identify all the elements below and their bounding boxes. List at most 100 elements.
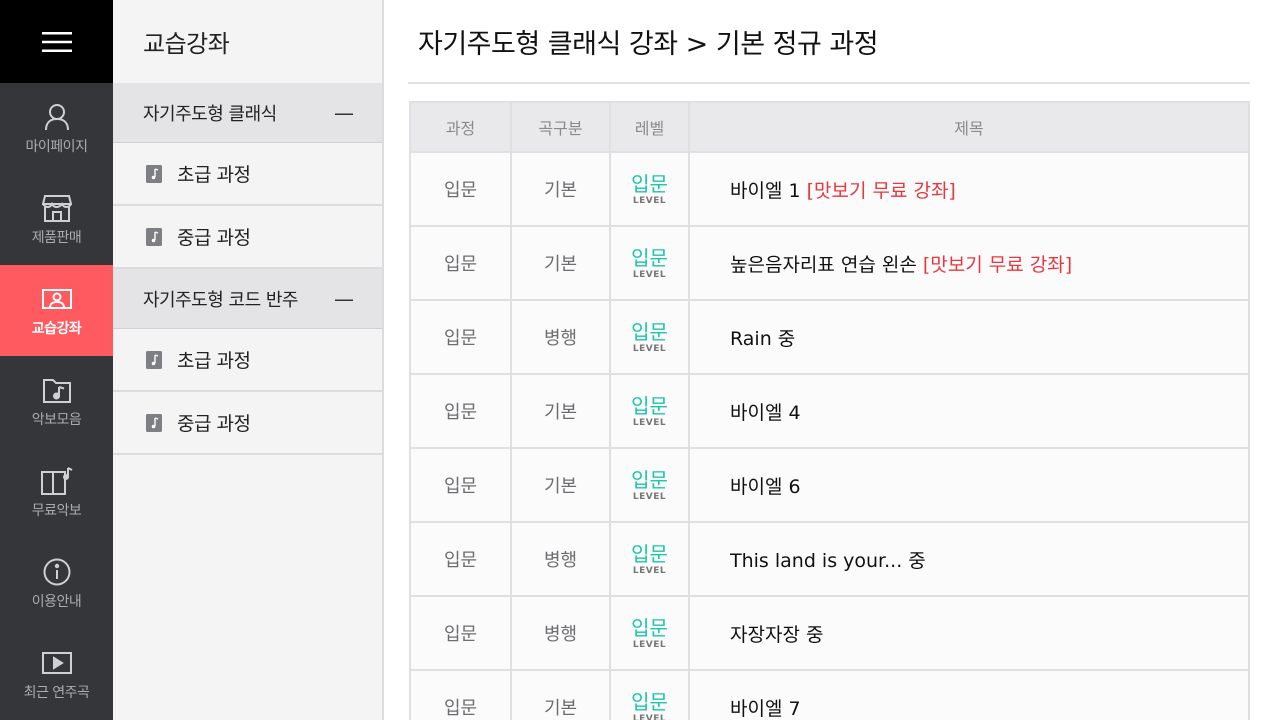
cell-course: 입문 (411, 227, 512, 299)
table-row[interactable]: 입문 병행 입문 LEVEL 자장자장 중 (411, 597, 1248, 671)
cell-course: 입문 (411, 153, 512, 225)
cell-title[interactable]: 높은음자리표 연습 왼손 [맛보기 무료 강좌] (690, 227, 1248, 299)
lecture-title-link[interactable]: 바이엘 1 (730, 176, 801, 203)
nav-free-sheet[interactable]: 무료악보 (0, 447, 113, 538)
free-sheet-icon (40, 466, 73, 496)
cell-title[interactable]: 자장자장 중 (690, 597, 1248, 669)
table-row[interactable]: 입문 기본 입문 LEVEL 바이엘 1 [맛보기 무료 강좌] (411, 153, 1248, 227)
lecture-title-link[interactable]: 바이엘 7 (730, 694, 801, 720)
cell-course: 입문 (411, 597, 512, 669)
free-preview-tag: [맛보기 무료 강좌] (922, 253, 1073, 276)
lecture-title-link[interactable]: 자장자장 중 (730, 620, 823, 647)
nav-product-sales[interactable]: 제품판매 (0, 174, 113, 265)
cell-title[interactable]: Rain 중 (690, 301, 1248, 373)
sidebar-item-chord-beginner[interactable]: 초급 과정 (113, 329, 382, 392)
lecture-title-link[interactable]: 바이엘 6 (730, 472, 801, 499)
header-level: 레벨 (611, 103, 690, 151)
cell-title[interactable]: 바이엘 1 [맛보기 무료 강좌] (690, 153, 1248, 225)
table-body: 입문 기본 입문 LEVEL 바이엘 1 [맛보기 무료 강좌] 입문 기본 입문 LEVEL 높은… (411, 153, 1248, 720)
cell-type: 기본 (512, 449, 611, 521)
lecture-icon (41, 284, 72, 314)
main-nav-rail: 마이페이지 제품판매 교습강좌 악보모음 무료악보 이용안내 최근 연주곡 (0, 0, 113, 720)
collapse-icon[interactable]: — (334, 101, 354, 125)
music-book-icon (145, 350, 162, 369)
free-preview-tag: [맛보기 무료 강좌] (806, 179, 956, 202)
cell-title[interactable]: 바이엘 6 (690, 449, 1248, 521)
music-book-icon (145, 227, 162, 246)
sidebar-item-label: 초급 과정 (177, 164, 251, 186)
level-caption: LEVEL (632, 269, 667, 280)
cell-level: 입문 LEVEL (611, 301, 690, 373)
table-row[interactable]: 입문 기본 입문 LEVEL 바이엘 4 (411, 375, 1248, 449)
header-type: 곡구분 (512, 103, 611, 151)
hamburger-icon (41, 31, 72, 52)
level-badge: 입문 (631, 467, 668, 492)
sidebar-item-classic-intermediate[interactable]: 중급 과정 (113, 206, 382, 269)
level-badge: 입문 (631, 319, 668, 344)
nav-label: 악보모음 (31, 411, 82, 428)
level-badge: 입문 (631, 245, 668, 270)
cell-title[interactable]: This land is your... 중 (690, 523, 1248, 595)
table-row[interactable]: 입문 병행 입문 LEVEL This land is your... 중 (411, 523, 1248, 597)
page-title: 자기주도형 클래식 강좌 > 기본 정규 과정 (418, 29, 879, 60)
group-classic[interactable]: 자기주도형 클래식 — (113, 83, 382, 143)
cell-course: 입문 (411, 523, 512, 595)
level-caption: LEVEL (632, 417, 667, 428)
cell-type: 기본 (512, 153, 611, 225)
table-row[interactable]: 입문 병행 입문 LEVEL Rain 중 (411, 301, 1248, 375)
lecture-table: 과정 곡구분 레벨 제목 입문 기본 입문 LEVEL 바이엘 1 [맛보기 무료 강좌]… (409, 101, 1250, 720)
table-header: 과정 곡구분 레벨 제목 (411, 103, 1248, 153)
info-icon (43, 557, 71, 587)
level-caption: LEVEL (632, 713, 667, 720)
divider (408, 82, 1250, 84)
nav-recent-songs[interactable]: 최근 연주곡 (0, 629, 113, 720)
group-chord-accompaniment[interactable]: 자기주도형 코드 반주 — (113, 269, 382, 329)
nav-label: 마이페이지 (25, 138, 88, 155)
sidebar-item-chord-intermediate[interactable]: 중급 과정 (113, 392, 382, 455)
level-caption: LEVEL (632, 491, 667, 502)
cell-course: 입문 (411, 449, 512, 521)
collapse-icon[interactable]: — (334, 287, 354, 311)
play-icon (41, 648, 72, 678)
cell-type: 병행 (512, 301, 611, 373)
header-title: 제목 (954, 119, 984, 138)
store-icon (41, 193, 72, 223)
main-content: 자기주도형 클래식 강좌 > 기본 정규 과정 과정 곡구분 레벨 제목 입문 기… (386, 0, 1280, 720)
lecture-title-link[interactable]: Rain 중 (730, 324, 795, 351)
level-badge: 입문 (631, 171, 668, 196)
level-caption: LEVEL (632, 639, 667, 650)
nav-sheet-collection[interactable]: 악보모음 (0, 356, 113, 447)
lecture-title-link[interactable]: 바이엘 4 (730, 398, 801, 425)
sidebar-item-classic-beginner[interactable]: 초급 과정 (113, 143, 382, 206)
table-row[interactable]: 입문 기본 입문 LEVEL 높은음자리표 연습 왼손 [맛보기 무료 강좌] (411, 227, 1248, 301)
cell-type: 병행 (512, 597, 611, 669)
level-badge: 입문 (631, 689, 668, 714)
table-row[interactable]: 입문 기본 입문 LEVEL 바이엘 6 (411, 449, 1248, 523)
table-row[interactable]: 입문 기본 입문 LEVEL 바이엘 7 (411, 671, 1248, 720)
cell-title[interactable]: 바이엘 4 (690, 375, 1248, 447)
nav-mypage[interactable]: 마이페이지 (0, 83, 113, 174)
music-book-icon (145, 164, 162, 183)
music-folder-icon (42, 375, 71, 405)
nav-guide[interactable]: 이용안내 (0, 538, 113, 629)
music-book-icon (145, 413, 162, 432)
sidebar-item-label: 중급 과정 (177, 227, 251, 249)
menu-button[interactable] (0, 0, 113, 83)
nav-lecture[interactable]: 교습강좌 (0, 265, 113, 356)
cell-course: 입문 (411, 375, 512, 447)
nav-label: 최근 연주곡 (23, 684, 90, 701)
nav-label: 무료악보 (31, 502, 82, 519)
cell-title[interactable]: 바이엘 7 (690, 671, 1248, 720)
nav-label: 이용안내 (31, 593, 82, 610)
lecture-title-link[interactable]: 높은음자리표 연습 왼손 (730, 250, 917, 277)
cell-type: 기본 (512, 671, 611, 720)
cell-level: 입문 LEVEL (611, 153, 690, 225)
nav-label: 제품판매 (31, 229, 82, 246)
level-badge: 입문 (631, 393, 668, 418)
lecture-title-link[interactable]: This land is your... 중 (730, 546, 926, 573)
level-caption: LEVEL (632, 343, 667, 354)
user-icon (44, 102, 70, 132)
cell-type: 기본 (512, 375, 611, 447)
level-badge: 입문 (631, 541, 668, 566)
sidebar-item-label: 초급 과정 (177, 350, 251, 372)
